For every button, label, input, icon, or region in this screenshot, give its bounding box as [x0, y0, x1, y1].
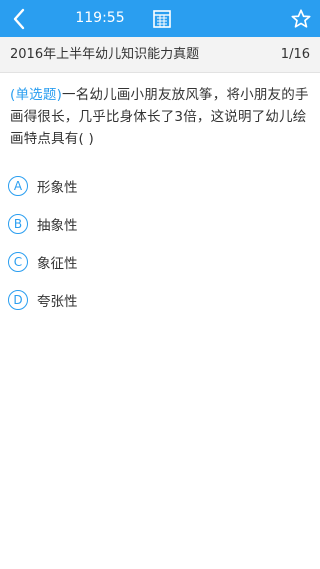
question-progress: 1/16: [280, 47, 310, 62]
option-text: 抽象性: [37, 218, 78, 234]
option-letter: D: [8, 290, 28, 310]
back-button[interactable]: [4, 4, 34, 34]
question-type-label: (单选题): [10, 87, 63, 103]
option-text: 象征性: [37, 256, 78, 272]
option-text: 形象性: [37, 180, 78, 196]
exam-title: 2016年上半年幼儿知识能力真题: [10, 47, 200, 62]
answer-sheet-button[interactable]: [148, 6, 176, 32]
countdown-timer: 119:55: [75, 10, 125, 26]
answer-sheet-icon: [153, 10, 171, 28]
exam-header: 2016年上半年幼儿知识能力真题 1/16: [0, 37, 320, 73]
option-d[interactable]: D 夸张性: [8, 286, 308, 314]
option-letter: C: [8, 252, 28, 272]
option-letter: B: [8, 214, 28, 234]
option-a[interactable]: A 形象性: [8, 172, 308, 200]
option-b[interactable]: B 抽象性: [8, 210, 308, 238]
option-c[interactable]: C 象征性: [8, 248, 308, 276]
star-icon: [291, 9, 311, 28]
top-bar: 119:55: [0, 0, 320, 37]
option-text: 夸张性: [37, 294, 78, 310]
chevron-left-icon: [13, 8, 25, 30]
favorite-button[interactable]: [286, 4, 316, 34]
question-stem: (单选题)一名幼儿画小朋友放风筝，将小朋友的手画得很长，几乎比身体长了3倍，这说…: [10, 84, 310, 150]
option-letter: A: [8, 176, 28, 196]
